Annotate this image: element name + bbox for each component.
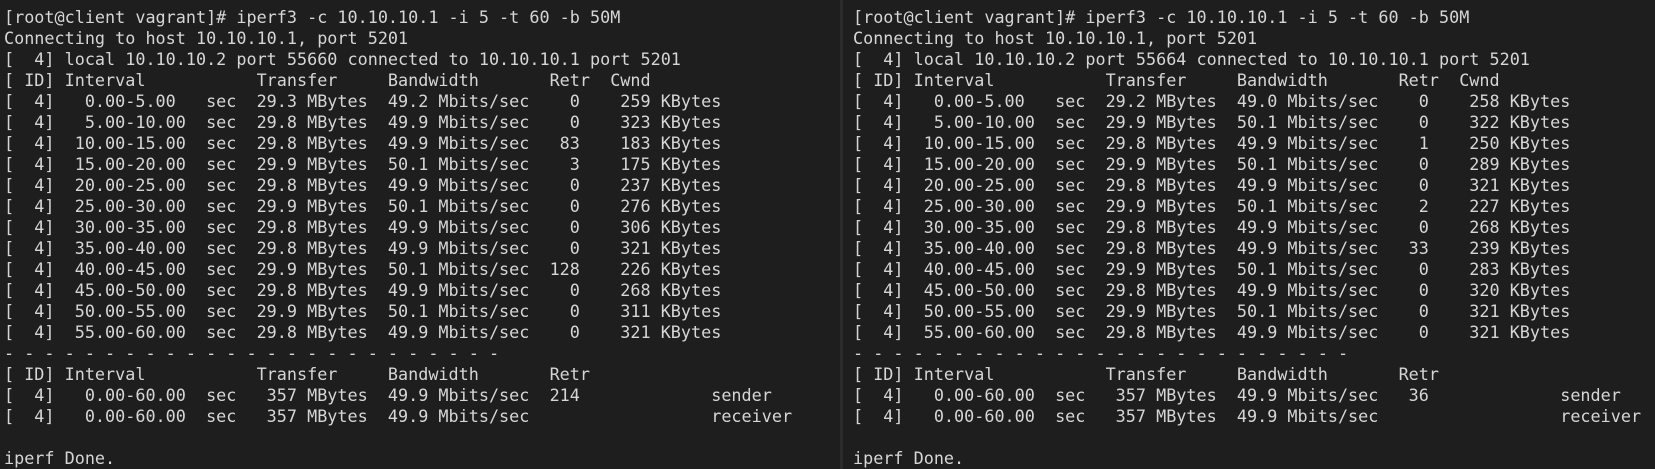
terminal-line-interval-row: [ 4] 10.00-15.00 sec 29.8 MBytes 49.9 Mb… <box>4 133 722 153</box>
terminal-line-interval-row: [ 4] 25.00-30.00 sec 29.9 MBytes 50.1 Mb… <box>853 196 1571 216</box>
terminal-line-interval-row: [ 4] 30.00-35.00 sec 29.8 MBytes 49.9 Mb… <box>4 217 722 237</box>
terminal-line-interval-row: [ 4] 20.00-25.00 sec 29.8 MBytes 49.9 Mb… <box>4 175 722 195</box>
terminal-line-summary-sender: [ 4] 0.00-60.00 sec 357 MBytes 49.9 Mbit… <box>4 385 772 405</box>
terminal-line-prompt: [root@client vagrant]# iperf3 -c 10.10.1… <box>4 7 621 27</box>
terminal-line-summary-receiver: [ 4] 0.00-60.00 sec 357 MBytes 49.9 Mbit… <box>853 406 1642 426</box>
terminal-line-interval-row: [ 4] 5.00-10.00 sec 29.8 MBytes 49.9 Mbi… <box>4 112 722 132</box>
terminal-line-interval-row: [ 4] 25.00-30.00 sec 29.9 MBytes 50.1 Mb… <box>4 196 722 216</box>
terminal-line-interval-row: [ 4] 55.00-60.00 sec 29.8 MBytes 49.9 Mb… <box>4 322 722 342</box>
terminal-line-interval-row: [ 4] 0.00-5.00 sec 29.3 MBytes 49.2 Mbit… <box>4 91 722 111</box>
terminal-line-interval-row: [ 4] 45.00-50.00 sec 29.8 MBytes 49.9 Mb… <box>853 280 1571 300</box>
terminal-line-done: iperf Done. <box>4 448 116 468</box>
terminal-line-interval-row: [ 4] 55.00-60.00 sec 29.8 MBytes 49.9 Mb… <box>853 322 1571 342</box>
terminal-line-interval-row: [ 4] 50.00-55.00 sec 29.9 MBytes 50.1 Mb… <box>853 301 1571 321</box>
terminal-line-interval-row: [ 4] 10.00-15.00 sec 29.8 MBytes 49.9 Mb… <box>853 133 1571 153</box>
terminal-line-prompt: [root@client vagrant]# iperf3 -c 10.10.1… <box>853 7 1470 27</box>
terminal-line-interval-row: [ 4] 40.00-45.00 sec 29.9 MBytes 50.1 Mb… <box>853 259 1571 279</box>
terminal-line-summary-receiver: [ 4] 0.00-60.00 sec 357 MBytes 49.9 Mbit… <box>4 406 793 426</box>
terminal-line-interval-row: [ 4] 50.00-55.00 sec 29.9 MBytes 50.1 Mb… <box>4 301 722 321</box>
terminal-line-interval-row: [ 4] 15.00-20.00 sec 29.9 MBytes 50.1 Mb… <box>853 154 1571 174</box>
terminal-line-table-header: [ ID] Interval Transfer Bandwidth Retr C… <box>853 70 1500 90</box>
terminal-line-done: iperf Done. <box>853 448 965 468</box>
terminal-pane-left[interactable]: [root@client vagrant]# iperf3 -c 10.10.1… <box>0 0 840 469</box>
terminal-pane-right[interactable]: [root@client vagrant]# iperf3 -c 10.10.1… <box>843 0 1655 469</box>
terminal-line-interval-row: [ 4] 30.00-35.00 sec 29.8 MBytes 49.9 Mb… <box>853 217 1571 237</box>
terminal-line-separator: - - - - - - - - - - - - - - - - - - - - … <box>853 343 1349 363</box>
terminal-line-interval-row: [ 4] 20.00-25.00 sec 29.8 MBytes 49.9 Mb… <box>853 175 1571 195</box>
terminal-line-interval-row: [ 4] 40.00-45.00 sec 29.9 MBytes 50.1 Mb… <box>4 259 722 279</box>
terminal-line-connecting: Connecting to host 10.10.10.1, port 5201 <box>4 28 409 48</box>
terminal-line-summary-sender: [ 4] 0.00-60.00 sec 357 MBytes 49.9 Mbit… <box>853 385 1621 405</box>
terminal-line-local-connection: [ 4] local 10.10.10.2 port 55664 connect… <box>853 49 1530 69</box>
terminal-line-connecting: Connecting to host 10.10.10.1, port 5201 <box>853 28 1258 48</box>
terminal-line-interval-row: [ 4] 45.00-50.00 sec 29.8 MBytes 49.9 Mb… <box>4 280 722 300</box>
terminal-line-interval-row: [ 4] 0.00-5.00 sec 29.2 MBytes 49.0 Mbit… <box>853 91 1571 111</box>
terminal-line-local-connection: [ 4] local 10.10.10.2 port 55660 connect… <box>4 49 681 69</box>
terminal-line-summary-header: [ ID] Interval Transfer Bandwidth Retr <box>4 364 590 384</box>
terminal-line-interval-row: [ 4] 35.00-40.00 sec 29.8 MBytes 49.9 Mb… <box>4 238 722 258</box>
terminal-line-interval-row: [ 4] 5.00-10.00 sec 29.9 MBytes 50.1 Mbi… <box>853 112 1571 132</box>
terminal-line-interval-row: [ 4] 35.00-40.00 sec 29.8 MBytes 49.9 Mb… <box>853 238 1571 258</box>
terminal-line-interval-row: [ 4] 15.00-20.00 sec 29.9 MBytes 50.1 Mb… <box>4 154 722 174</box>
terminal-line-separator: - - - - - - - - - - - - - - - - - - - - … <box>4 343 500 363</box>
terminal-line-summary-header: [ ID] Interval Transfer Bandwidth Retr <box>853 364 1439 384</box>
terminal-line-table-header: [ ID] Interval Transfer Bandwidth Retr C… <box>4 70 651 90</box>
